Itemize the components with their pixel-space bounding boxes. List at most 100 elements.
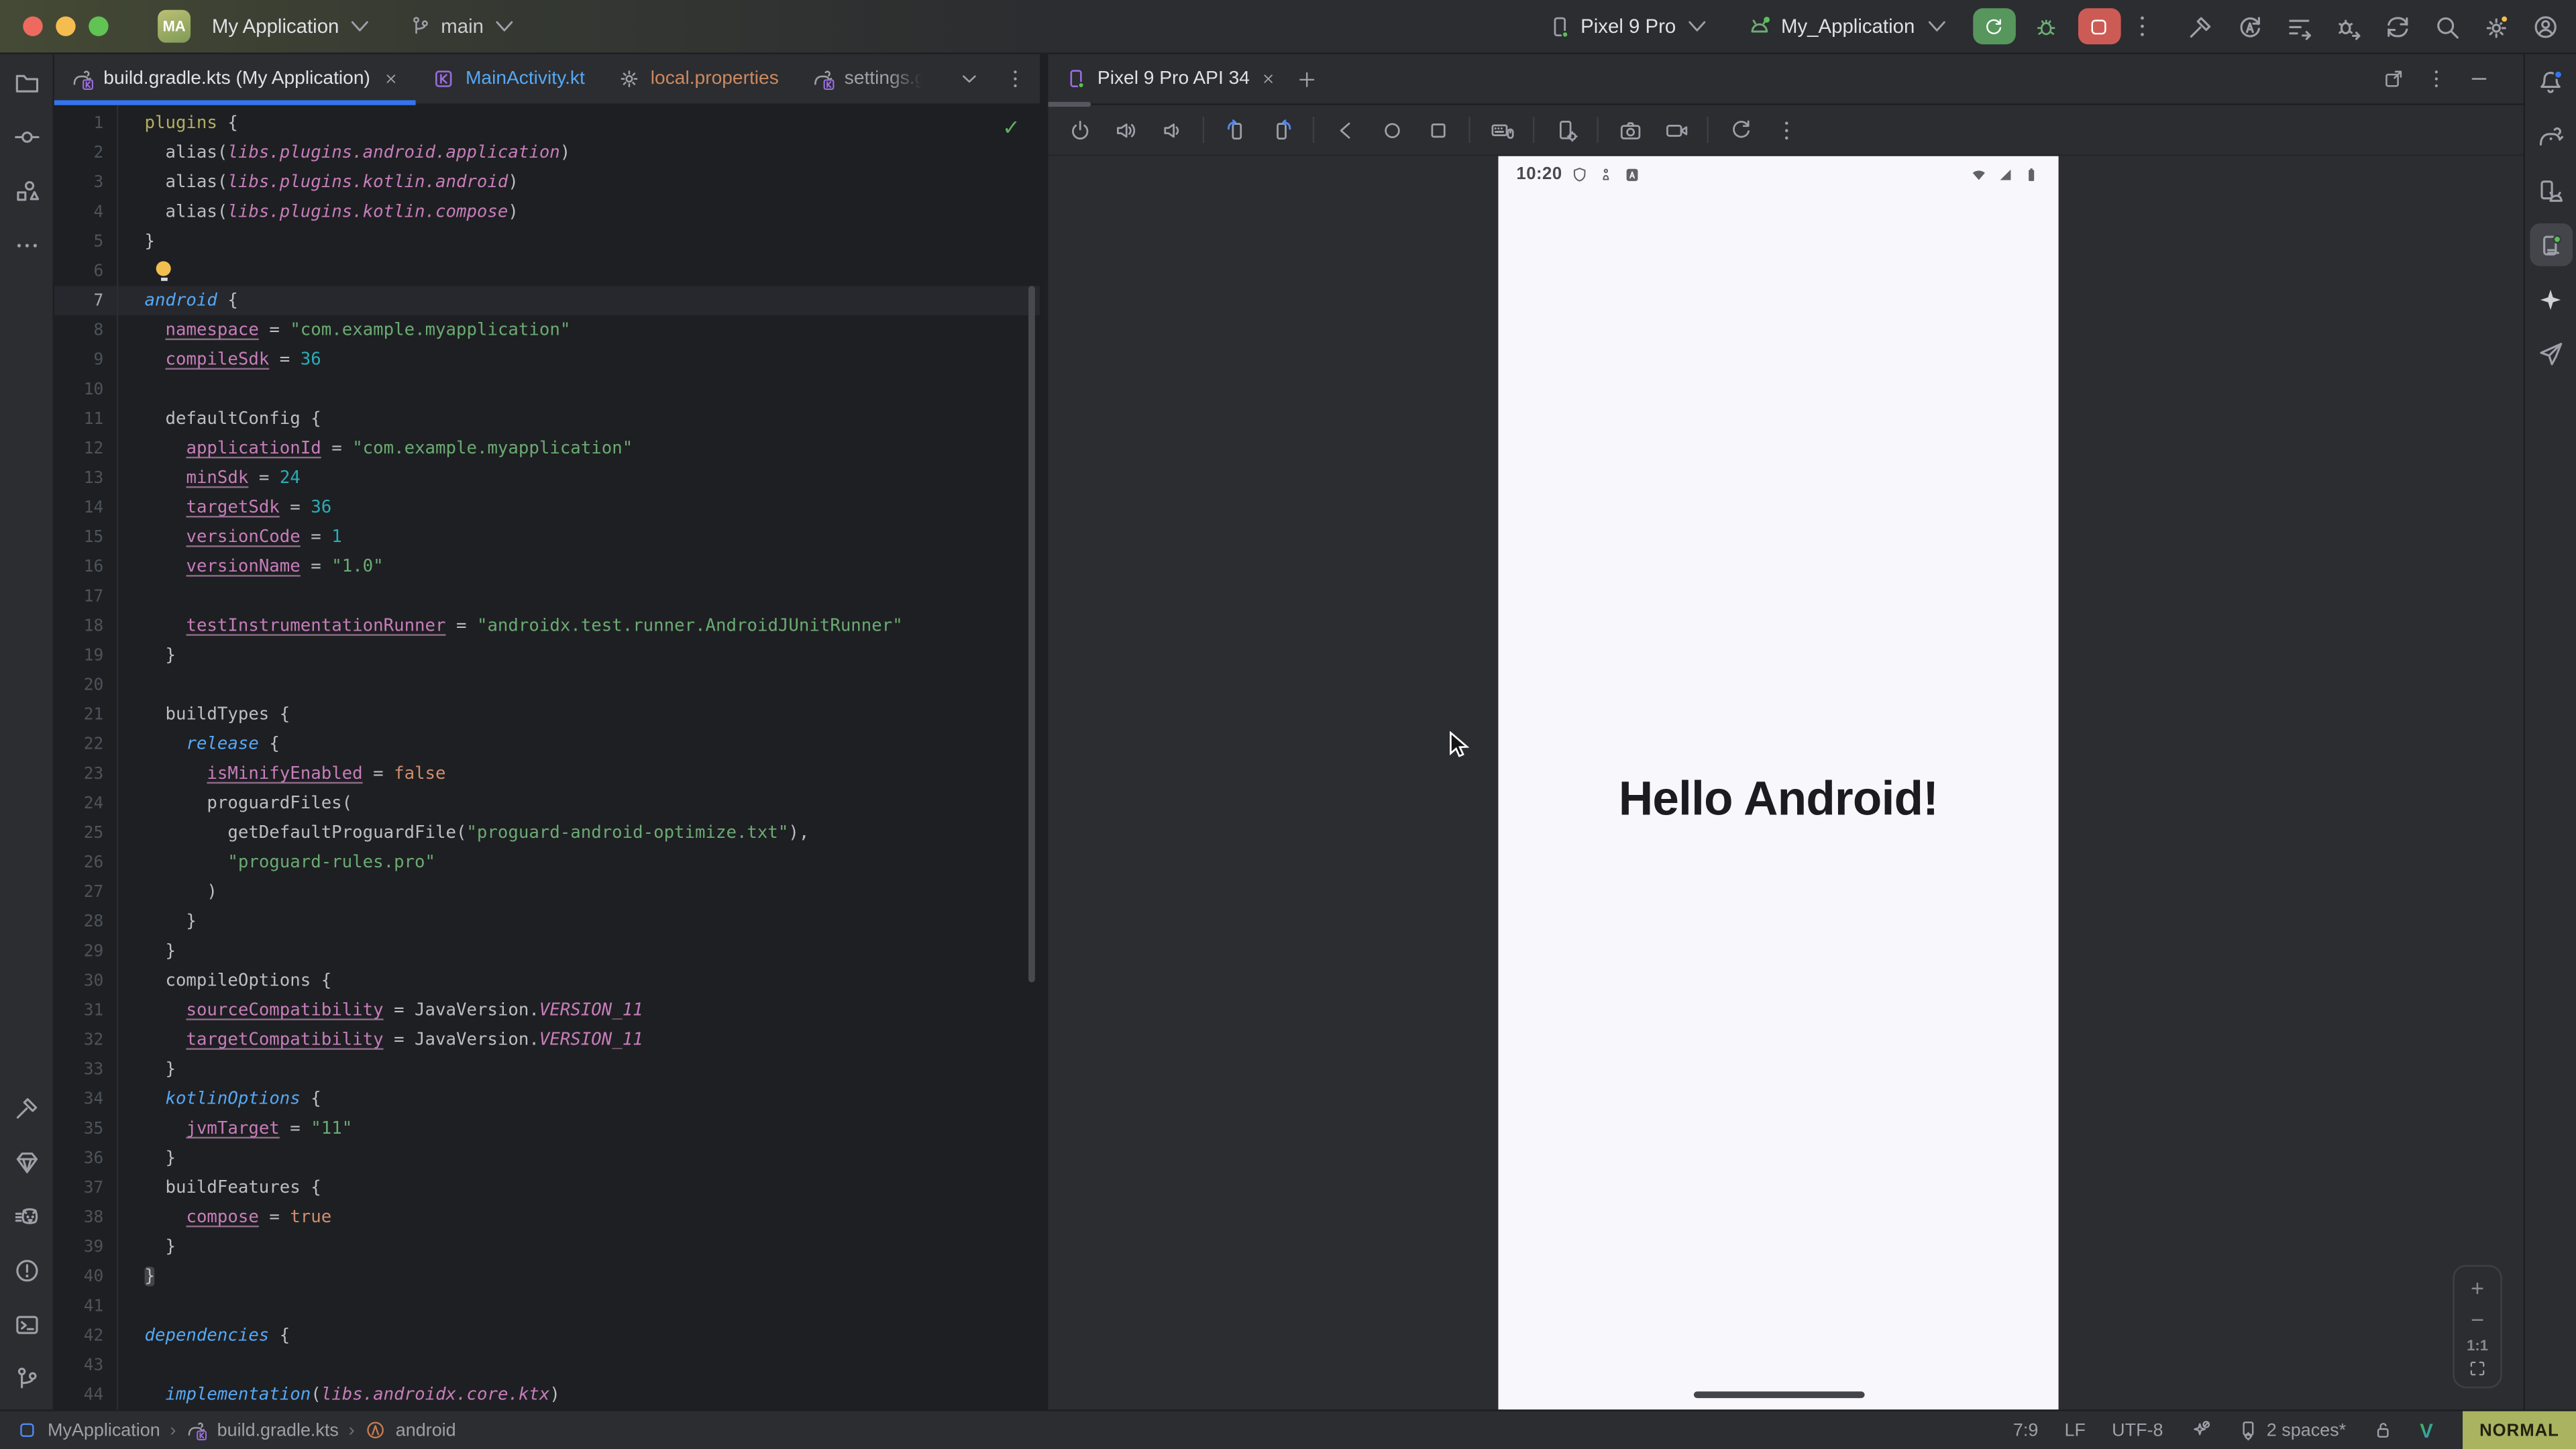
code-line-4[interactable]: 4 alias(libs.plugins.kotlin.compose) [54, 197, 1040, 227]
search-icon[interactable] [2433, 12, 2461, 40]
tab-build-gradle[interactable]: build.gradle.kts (My Application) [54, 54, 417, 103]
build-hammer-icon[interactable] [5, 1086, 48, 1129]
breadcrumb-project[interactable]: MyApplication [48, 1420, 160, 1440]
zoom-out-button[interactable]: − [2471, 1306, 2484, 1332]
code-line-11[interactable]: 11 defaultConfig { [54, 404, 1040, 433]
overview-icon[interactable] [1419, 112, 1456, 148]
project-widget[interactable]: MA My Application [145, 7, 387, 46]
minimize-window-button[interactable] [56, 16, 75, 36]
code-line-1[interactable]: 1plugins { [54, 109, 1040, 138]
code-line-40[interactable]: 40} [54, 1262, 1040, 1291]
code-line-28[interactable]: 28 } [54, 907, 1040, 936]
commit-icon[interactable] [5, 115, 48, 158]
close-window-button[interactable] [23, 16, 42, 36]
snapshots-icon[interactable] [1722, 112, 1758, 148]
code-line-23[interactable]: 23 isMinifyEnabled = false [54, 759, 1040, 788]
profiler-icon[interactable] [2286, 12, 2314, 40]
device-screen[interactable]: 10:20 Hello Android! [1498, 156, 2058, 1410]
inspection-ok-icon[interactable]: ✓ [1002, 115, 1020, 141]
folder-icon[interactable] [5, 61, 48, 104]
problems-icon[interactable] [5, 1248, 48, 1291]
gem-icon[interactable] [5, 1140, 48, 1183]
code-line-14[interactable]: 14 targetSdk = 36 [54, 493, 1040, 523]
editor-scrollbar[interactable] [1028, 286, 1035, 982]
code-line-43[interactable]: 43 [54, 1350, 1040, 1380]
code-line-6[interactable]: 6 [54, 256, 1040, 286]
tab-settings-gradle[interactable]: settings.g [795, 54, 942, 103]
home-icon[interactable] [1373, 112, 1409, 148]
line-ending-widget[interactable]: LF [2065, 1420, 2086, 1440]
quick-fix-bulb-icon[interactable] [156, 260, 171, 280]
code-line-19[interactable]: 19 } [54, 641, 1040, 670]
running-devices-icon[interactable] [2529, 223, 2572, 266]
code-line-36[interactable]: 36 } [54, 1143, 1040, 1173]
caret-position-widget[interactable]: 7:9 [2013, 1420, 2038, 1440]
code-line-44[interactable]: 44 implementation(libs.androidx.core.ktx… [54, 1380, 1040, 1409]
rerun-button[interactable] [1972, 8, 2015, 44]
code-line-18[interactable]: 18 testInstrumentationRunner = "androidx… [54, 611, 1040, 641]
git-branch-icon[interactable] [5, 1357, 48, 1400]
more-horizontal-icon[interactable] [5, 223, 48, 266]
rotate-ccw-icon[interactable] [1218, 112, 1254, 148]
code-line-2[interactable]: 2 alias(libs.plugins.android.application… [54, 138, 1040, 168]
gemini-sparkle-icon[interactable] [2529, 278, 2572, 321]
power-icon[interactable] [1061, 112, 1097, 148]
code-line-30[interactable]: 30 compileOptions { [54, 966, 1040, 996]
tabstrip-scrollbar[interactable] [1048, 102, 1091, 107]
code-line-42[interactable]: 42dependencies { [54, 1321, 1040, 1350]
airplane-icon[interactable] [2529, 332, 2572, 375]
tab-emulator-device[interactable]: Pixel 9 Pro API 34 [1065, 67, 1276, 90]
code-line-39[interactable]: 39 } [54, 1232, 1040, 1262]
indent-widget[interactable]: 2 spaces* [2237, 1419, 2346, 1441]
gradle-elephant-icon[interactable] [2529, 115, 2572, 158]
code-line-37[interactable]: 37 buildFeatures { [54, 1173, 1040, 1203]
device-settings-icon[interactable] [1548, 112, 1584, 148]
debug-button[interactable] [2025, 8, 2068, 44]
code-line-35[interactable]: 35 jvmTarget = "11" [54, 1114, 1040, 1143]
fit-to-window-icon[interactable] [2467, 1358, 2487, 1378]
apply-changes-icon[interactable] [2236, 12, 2264, 40]
maximize-window-button[interactable] [89, 16, 108, 36]
tab-mainactivity[interactable]: MainActivity.kt [416, 54, 601, 103]
code-line-17[interactable]: 17 [54, 582, 1040, 611]
device-selector[interactable]: Pixel 9 Pro [1535, 7, 1724, 46]
code-line-3[interactable]: 3 alias(libs.plugins.kotlin.android) [54, 168, 1040, 197]
code-line-21[interactable]: 21 buildTypes { [54, 700, 1040, 729]
breadcrumb-file[interactable]: build.gradle.kts [217, 1420, 339, 1440]
structure-icon[interactable] [5, 169, 48, 212]
device-manager-icon[interactable] [2529, 169, 2572, 212]
tab-overflow-chevron-icon[interactable] [958, 67, 981, 90]
code-line-10[interactable]: 10 [54, 374, 1040, 404]
code-line-5[interactable]: 5} [54, 227, 1040, 256]
bell-icon[interactable] [2529, 61, 2572, 104]
close-icon[interactable] [1260, 70, 1276, 87]
vim-plugin-icon[interactable]: V [2420, 1419, 2433, 1442]
code-line-41[interactable]: 41 [54, 1291, 1040, 1321]
ai-assistant-off-icon[interactable] [2190, 1419, 2211, 1441]
screenshot-icon[interactable] [1611, 112, 1648, 148]
code-line-31[interactable]: 31 sourceCompatibility = JavaVersion.VER… [54, 996, 1040, 1025]
code-line-29[interactable]: 29 } [54, 936, 1040, 966]
attach-debugger-icon[interactable] [2334, 12, 2363, 40]
code-line-13[interactable]: 13 minSdk = 24 [54, 464, 1040, 493]
code-editor[interactable]: 1plugins {2 alias(libs.plugins.android.a… [54, 105, 1040, 1409]
code-line-34[interactable]: 34 kotlinOptions { [54, 1084, 1040, 1114]
zoom-ratio-button[interactable]: 1:1 [2467, 1337, 2488, 1353]
screen-record-icon[interactable] [1658, 112, 1694, 148]
stop-button[interactable] [2078, 8, 2121, 44]
code-line-20[interactable]: 20 [54, 670, 1040, 700]
vcs-branch-widget[interactable]: main [396, 7, 531, 46]
code-line-7[interactable]: 7android { [54, 286, 1040, 315]
open-in-window-icon[interactable] [2382, 67, 2405, 90]
code-line-15[interactable]: 15 versionCode = 1 [54, 523, 1040, 552]
code-line-27[interactable]: 27 ) [54, 877, 1040, 907]
tab-options-kebab-icon[interactable] [1004, 67, 1027, 90]
volume-down-icon[interactable] [1153, 112, 1189, 148]
code-line-16[interactable]: 16 versionName = "1.0" [54, 552, 1040, 582]
vim-mode-badge[interactable]: NORMAL [2463, 1410, 2576, 1449]
panel-options-kebab-icon[interactable] [2425, 67, 2448, 90]
code-line-38[interactable]: 38 compose = true [54, 1203, 1040, 1232]
code-line-24[interactable]: 24 proguardFiles( [54, 789, 1040, 818]
keyboard-input-icon[interactable] [1483, 112, 1519, 148]
zoom-in-button[interactable]: + [2471, 1275, 2484, 1301]
